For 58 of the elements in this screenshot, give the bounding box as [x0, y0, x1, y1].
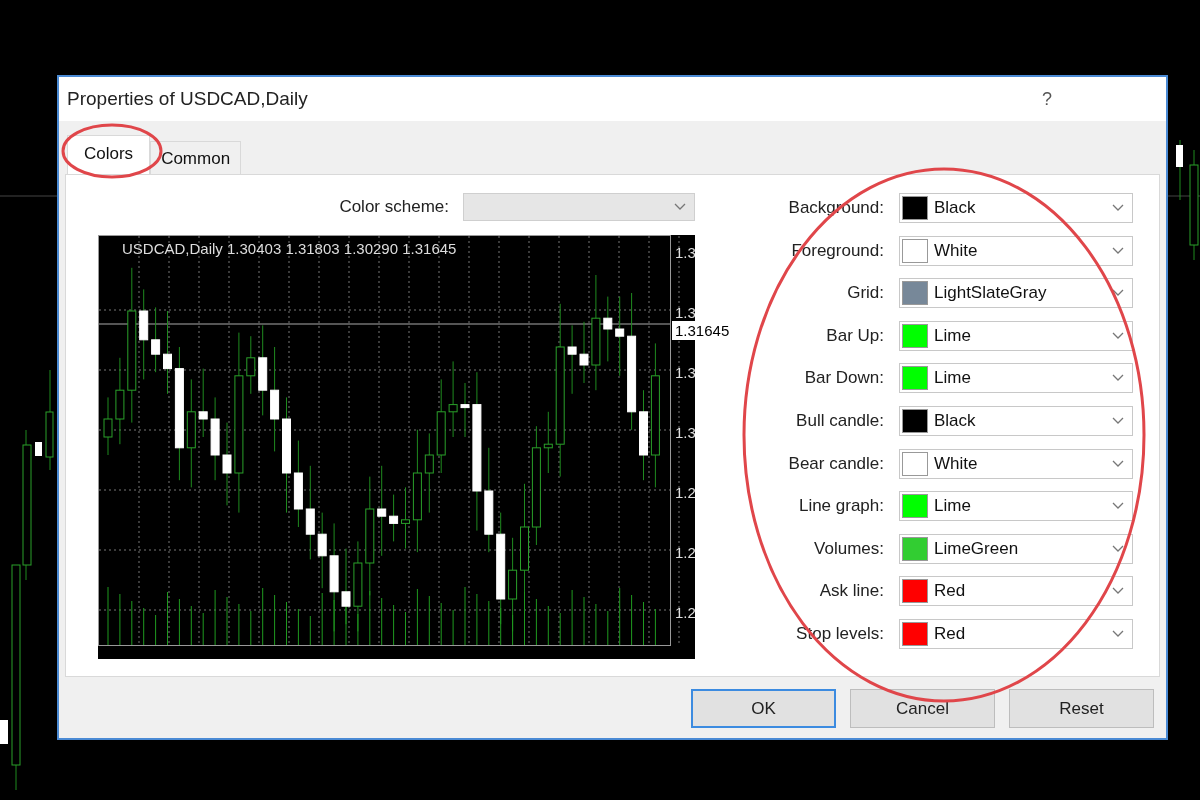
color-value: Black [934, 198, 977, 218]
property-label: Bar Down: [803, 368, 884, 389]
color-value: LimeGreen [934, 538, 1020, 559]
color-dropdown[interactable]: Lime [899, 320, 1133, 351]
color-dropdown[interactable]: Red [899, 576, 1133, 607]
tab[interactable]: Common [150, 141, 242, 174]
chevron-down-icon [1112, 246, 1124, 255]
color-dropdown[interactable]: Lime [899, 363, 1133, 394]
property-label: Bull candle: [795, 410, 884, 431]
color-dropdown[interactable]: Black [899, 193, 1133, 223]
color-dropdown[interactable]: White [899, 235, 1133, 266]
color-dropdown[interactable]: LightSlateGray [899, 278, 1133, 309]
chevron-down-icon [1112, 331, 1124, 340]
axis-label: 1.3 [675, 304, 695, 321]
dialog-button[interactable]: Reset [1009, 689, 1154, 728]
color-value: Red [934, 581, 967, 602]
color-dropdown[interactable]: Lime [899, 491, 1133, 522]
color-dropdown[interactable]: LimeGreen [899, 533, 1133, 564]
property-label: Volumes: [813, 538, 884, 559]
color-value: Red [934, 623, 967, 644]
color-value: White [934, 240, 979, 261]
axis-label: 1.3 [675, 364, 695, 381]
color-scheme-dropdown[interactable] [463, 193, 695, 221]
property-label: Grid: [846, 283, 884, 304]
color-dropdown[interactable]: White [899, 448, 1133, 479]
chevron-down-icon [1112, 416, 1124, 425]
color-dropdown[interactable]: Black [899, 405, 1133, 436]
tab[interactable]: Colors [67, 135, 151, 174]
color-value: White [934, 453, 979, 474]
chevron-down-icon [1112, 502, 1124, 511]
color-value: LightSlateGray [934, 283, 1048, 304]
chevron-down-icon [1112, 204, 1124, 212]
color-value: Lime [934, 496, 972, 517]
chart-header: USDCAD,Daily 1.30403 1.31803 1.30290 1.31645 [122, 240, 457, 257]
chevron-down-icon [1112, 289, 1124, 298]
help-button[interactable]: ? [1036, 87, 1058, 111]
axis-label: 1.2 [675, 604, 695, 621]
color-dropdown[interactable]: Red [899, 618, 1133, 649]
chevron-down-icon [674, 203, 686, 211]
property-label: Line graph: [797, 496, 884, 517]
chevron-down-icon [1112, 629, 1124, 638]
color-value: Lime [934, 325, 972, 346]
color-scheme-label: Color scheme: [339, 197, 449, 217]
dialog-button[interactable]: Cancel [850, 689, 995, 728]
color-value: Black [934, 410, 977, 431]
chevron-down-icon [1112, 374, 1124, 383]
axis-label: 1.2 [675, 544, 695, 561]
axis-label: 1.3 [675, 424, 695, 441]
axis-label: 1.2 [675, 484, 695, 501]
chevron-down-icon [1112, 587, 1124, 596]
axis-label: 1.3 [675, 244, 695, 261]
property-label: Ask line: [818, 581, 884, 602]
property-label: Bear candle: [787, 453, 884, 474]
chevron-down-icon [1112, 459, 1124, 468]
ok-button[interactable]: OK [691, 689, 836, 728]
chevron-down-icon [1112, 544, 1124, 553]
window-title: Properties of USDCAD,Daily [67, 88, 308, 110]
color-value: Lime [934, 368, 972, 389]
